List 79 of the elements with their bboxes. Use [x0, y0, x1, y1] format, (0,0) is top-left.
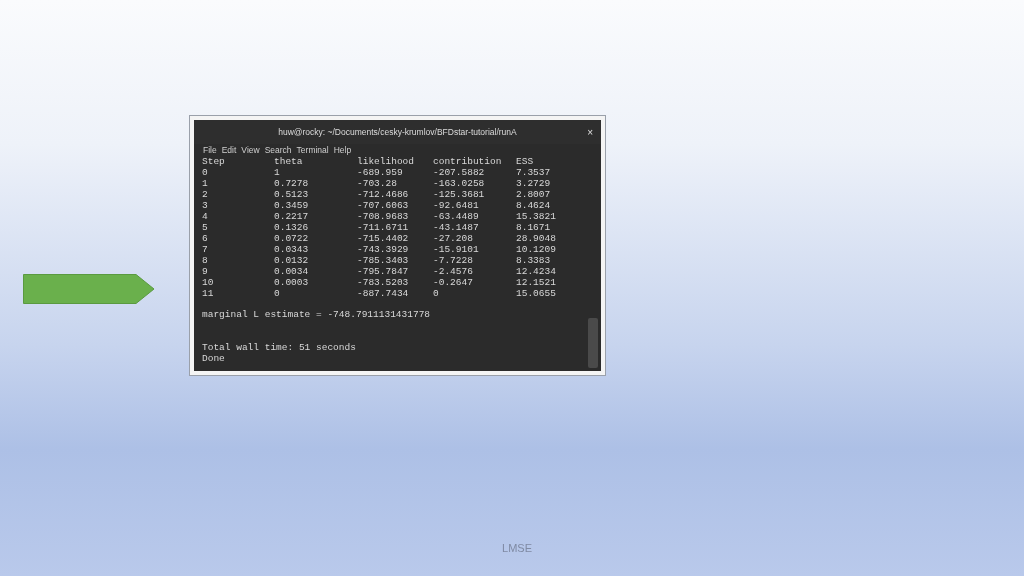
table-cell-text: -795.7847 — [357, 266, 410, 277]
menu-item[interactable]: File — [203, 145, 217, 155]
table-cell-text: 0.5123 — [274, 189, 310, 200]
table-cell-text: 8 — [202, 255, 209, 266]
table-cell-text: -689.959 — [357, 167, 404, 178]
table-cell-text: -163.0258 — [433, 178, 486, 189]
close-button[interactable]: × — [587, 126, 593, 138]
menu-item[interactable]: Terminal — [296, 145, 329, 155]
output-line: Done — [202, 353, 226, 364]
table-cell-text: 6 — [202, 233, 209, 244]
table-cell-text: 0.2217 — [274, 211, 310, 222]
table-cell-text: -712.4686 — [357, 189, 410, 200]
menu-item[interactable]: Help — [333, 145, 352, 155]
table-cell-text: 7 — [202, 244, 209, 255]
table-cell-text: 3.2729 — [516, 178, 552, 189]
table-cell-text: 0.0034 — [274, 266, 310, 277]
table-cell-text: -707.6063 — [357, 200, 410, 211]
table-cell-text: 0.0132 — [274, 255, 310, 266]
table-cell-text: -708.9683 — [357, 211, 410, 222]
table-cell-text: -887.7434 — [357, 288, 410, 299]
table-cell-text: -43.1487 — [433, 222, 480, 233]
table-cell-text: 0 — [433, 288, 440, 299]
output-line: Total wall time: 51 seconds — [202, 342, 357, 353]
table-cell-text: -703.28 — [357, 178, 398, 189]
table-cell-text: 4 — [202, 211, 209, 222]
table-cell-text: 5 — [202, 222, 209, 233]
table-cell-text: -785.3403 — [357, 255, 410, 266]
table-cell-text: -27.208 — [433, 233, 474, 244]
table-cell-text: -125.3681 — [433, 189, 486, 200]
table-cell-text: 0.0003 — [274, 277, 310, 288]
table-cell-text: -711.6711 — [357, 222, 410, 233]
table-cell-text: -715.4402 — [357, 233, 410, 244]
table-cell-text: 0.1326 — [274, 222, 310, 233]
table-cell-text: -783.5203 — [357, 277, 410, 288]
table-cell-text: 1 — [274, 167, 281, 178]
table-cell-text: 7.3537 — [516, 167, 552, 178]
menu-item[interactable]: View — [241, 145, 260, 155]
table-cell-text: 8.1671 — [516, 222, 552, 233]
table-cell-text: 0.0722 — [274, 233, 310, 244]
arrow-icon — [23, 274, 155, 304]
table-cell-text: 8.3383 — [516, 255, 552, 266]
menu-item[interactable]: Edit — [221, 145, 237, 155]
footer-text: LMSE — [502, 542, 532, 554]
output-line: marginal L estimate = -748.7911131431778 — [202, 309, 432, 320]
table-cell-text: 11 — [202, 288, 215, 299]
table-cell-text: -2.4576 — [433, 266, 474, 277]
table-cell-text: 2.8007 — [516, 189, 552, 200]
table-cell-text: 0.3459 — [274, 200, 310, 211]
table-cell-text: 10.1209 — [516, 244, 557, 255]
table-cell-text: 28.9048 — [516, 233, 557, 244]
menu-item[interactable]: Search — [264, 145, 292, 155]
table-cell-text: 8.4624 — [516, 200, 552, 211]
table-cell-text: 9 — [202, 266, 209, 277]
window-title: huw@rocky: ~/Documents/cesky-krumlov/BFDstar-tutorial/runA — [278, 127, 517, 137]
column-header: likelihood — [357, 156, 415, 167]
table-cell-text: -0.2647 — [433, 277, 474, 288]
table-cell-text: 10 — [202, 277, 215, 288]
table-cell-text: 12.4234 — [516, 266, 557, 277]
table-cell-text: -743.3929 — [357, 244, 410, 255]
column-header: ESS — [516, 156, 535, 167]
table-cell-text: -207.5882 — [433, 167, 486, 178]
table-cell-text: 0 — [202, 167, 209, 178]
table-cell-text: 0 — [274, 288, 281, 299]
column-header: theta — [274, 156, 304, 167]
table-cell-text: -63.4489 — [433, 211, 480, 222]
table-cell-text: 3 — [202, 200, 209, 211]
table-cell-text: 1 — [202, 178, 209, 189]
table-cell-text: -92.6481 — [433, 200, 480, 211]
table-cell-text: 0.7278 — [274, 178, 310, 189]
table-cell-text: 15.3821 — [516, 211, 557, 222]
table-cell-text: 15.0655 — [516, 288, 557, 299]
column-header: Step — [202, 156, 226, 167]
table-cell-text: 2 — [202, 189, 209, 200]
table-cell-text: 0.0343 — [274, 244, 310, 255]
table-cell-text: -7.7228 — [433, 255, 474, 266]
scrollbar-thumb[interactable] — [588, 318, 598, 368]
table-cell-text: -15.9101 — [433, 244, 480, 255]
column-header: contribution — [433, 156, 503, 167]
table-cell-text: 12.1521 — [516, 277, 557, 288]
